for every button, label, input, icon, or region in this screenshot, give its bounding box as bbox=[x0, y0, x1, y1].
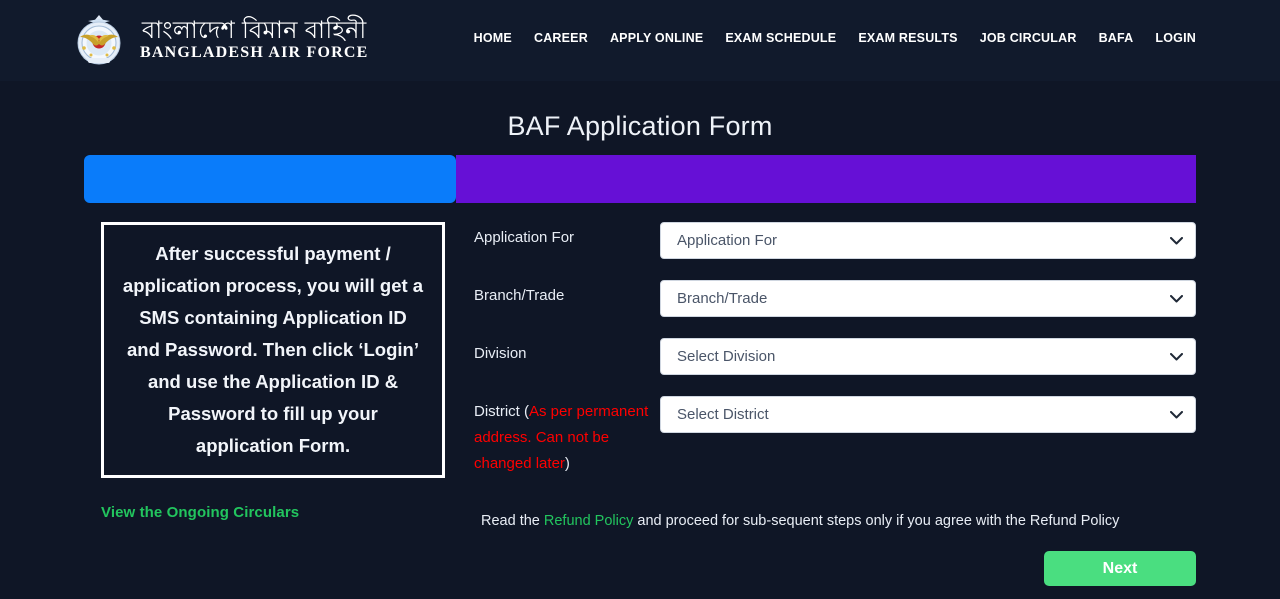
progress-bar-completed bbox=[84, 155, 456, 203]
progress-bar bbox=[84, 155, 1196, 203]
nav-item-exam-results[interactable]: EXAM RESULTS bbox=[847, 31, 968, 45]
nav-item-exam-schedule[interactable]: EXAM SCHEDULE bbox=[714, 31, 847, 45]
form-row-application-for: Application For Application For bbox=[474, 222, 1196, 259]
label-district-note-suffix: ) bbox=[564, 455, 570, 472]
page-title: BAF Application Form bbox=[507, 111, 773, 141]
application-page: বাংলাদেশ বিমান বাহিনী BANGLADESH AIR FOR… bbox=[0, 0, 1280, 599]
site-header: বাংলাদেশ বিমান বাহিনী BANGLADESH AIR FOR… bbox=[0, 0, 1280, 81]
select-district[interactable]: Select District bbox=[660, 396, 1196, 433]
select-wrapper-application-for: Application For bbox=[660, 222, 1196, 259]
payment-instructions-text: After successful payment / application p… bbox=[122, 243, 424, 456]
select-application-for[interactable]: Application For bbox=[660, 222, 1196, 259]
brand-title-bangla: বাংলাদেশ বিমান বাহিনী bbox=[141, 17, 367, 44]
form-row-division: Division Select Division bbox=[474, 338, 1196, 375]
refund-prefix: Read the bbox=[481, 513, 544, 529]
brand-logo[interactable]: বাংলাদেশ বিমান বাহিনী BANGLADESH AIR FOR… bbox=[72, 13, 368, 67]
progress-bar-remaining bbox=[456, 155, 1196, 203]
brand-title-english: BANGLADESH AIR FORCE bbox=[140, 44, 369, 61]
label-district: District (As per permanent address. Can … bbox=[474, 396, 660, 477]
main-navigation: HOME CAREER APPLY ONLINE EXAM SCHEDULE E… bbox=[463, 31, 1196, 45]
next-button[interactable]: Next bbox=[1044, 551, 1196, 586]
nav-item-login[interactable]: LOGIN bbox=[1144, 31, 1196, 45]
nav-item-career[interactable]: CAREER bbox=[523, 31, 599, 45]
payment-instructions-box: After successful payment / application p… bbox=[101, 222, 445, 478]
select-branch-trade[interactable]: Branch/Trade bbox=[660, 280, 1196, 317]
view-ongoing-circulars-link[interactable]: View the Ongoing Circulars bbox=[101, 504, 299, 521]
refund-suffix: and proceed for sub-sequent steps only i… bbox=[633, 513, 1120, 529]
application-form: Application For Application For Branch/T… bbox=[474, 222, 1196, 498]
nav-item-apply-online[interactable]: APPLY ONLINE bbox=[599, 31, 714, 45]
form-row-branch-trade: Branch/Trade Branch/Trade bbox=[474, 280, 1196, 317]
select-wrapper-district: Select District bbox=[660, 396, 1196, 433]
label-district-text: District ( bbox=[474, 403, 529, 420]
select-division[interactable]: Select Division bbox=[660, 338, 1196, 375]
label-branch-trade: Branch/Trade bbox=[474, 287, 565, 304]
label-application-for: Application For bbox=[474, 229, 575, 246]
nav-item-home[interactable]: HOME bbox=[463, 31, 523, 45]
refund-policy-notice: Read the Refund Policy and proceed for s… bbox=[481, 511, 1191, 531]
label-division: Division bbox=[474, 345, 527, 362]
baf-crest-icon bbox=[77, 15, 121, 65]
nav-item-job-circular[interactable]: JOB CIRCULAR bbox=[969, 31, 1088, 45]
form-row-district: District (As per permanent address. Can … bbox=[474, 396, 1196, 477]
refund-policy-link[interactable]: Refund Policy bbox=[544, 513, 633, 529]
select-wrapper-division: Select Division bbox=[660, 338, 1196, 375]
nav-item-bafa[interactable]: BAFA bbox=[1088, 31, 1145, 45]
select-wrapper-branch-trade: Branch/Trade bbox=[660, 280, 1196, 317]
